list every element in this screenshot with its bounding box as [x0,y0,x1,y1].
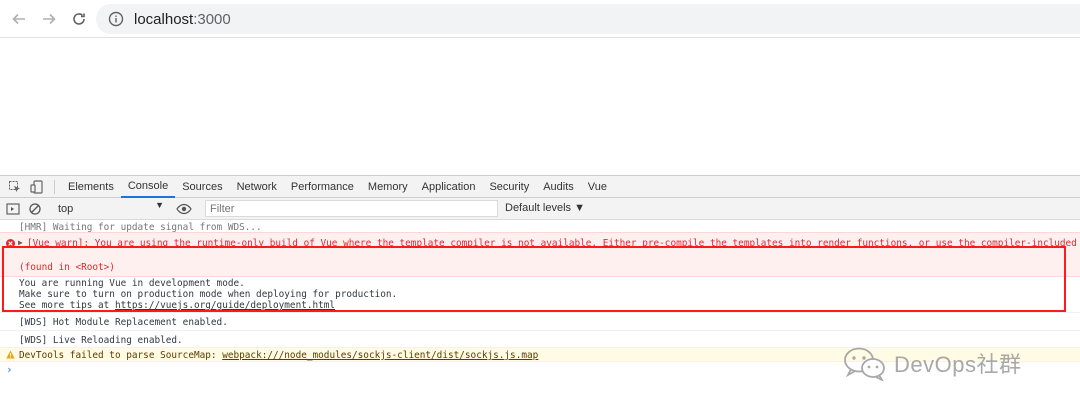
tab-network[interactable]: Network [230,176,284,198]
inspect-element-button[interactable] [4,176,26,198]
browser-toolbar: localhost:3000 [0,0,1080,38]
console-toolbar: top ▼ Default levels ▼ [0,198,1080,220]
sidebar-icon [6,202,20,215]
tab-vue[interactable]: Vue [581,176,614,198]
toolbar-divider [54,179,55,194]
console-prompt[interactable]: › [6,363,13,376]
back-button[interactable] [4,4,34,34]
clear-icon [29,202,41,215]
tab-application[interactable]: Application [415,176,483,198]
arrow-left-icon [12,13,25,24]
inspect-icon [9,180,20,192]
info-icon[interactable] [108,11,124,27]
arrow-right-icon [43,13,56,24]
wechat-icon [844,347,885,381]
filter-input[interactable] [205,200,498,217]
eye-icon[interactable] [176,201,192,217]
console-line-wds-hot: [WDS] Hot Module Replacement enabled. [19,317,228,328]
context-selector[interactable]: top ▼ [54,200,168,217]
watermark: DevOps社群 [842,345,1021,381]
log-levels-dropdown[interactable]: Default levels ▼ [505,202,585,214]
message-divider [0,330,1080,331]
tab-performance[interactable]: Performance [284,176,361,198]
tab-memory[interactable]: Memory [361,176,415,198]
page-content [0,38,1080,175]
clear-console-button[interactable] [24,198,46,220]
watermark-text: DevOps社群 [894,352,1022,377]
sourcemap-link[interactable]: webpack:///node_modules/sockjs-client/di… [222,350,538,361]
log-levels-label: Default levels [505,202,572,214]
context-value: top [58,202,74,215]
forward-button[interactable] [34,4,64,34]
url-host: localhost [134,10,194,28]
address-bar[interactable]: localhost:3000 [96,4,1080,34]
tab-audits[interactable]: Audits [536,176,581,198]
dropdown-arrow-icon: ▼ [155,200,164,210]
reload-icon [73,12,85,25]
sourcemap-warning: DevTools failed to parse SourceMap: webp… [19,350,538,361]
message-divider [0,312,1080,313]
tab-sources[interactable]: Sources [175,176,229,198]
devtools-tabbar: Elements Console Sources Network Perform… [0,176,1080,198]
console-line-wds-live: [WDS] Live Reloading enabled. [19,335,183,346]
tab-elements[interactable]: Elements [61,176,121,198]
tab-console[interactable]: Console [120,176,176,198]
device-icon [30,179,43,194]
device-toolbar-button[interactable] [26,176,48,198]
show-sidebar-button[interactable] [2,198,24,220]
warning-icon [6,350,15,359]
highlight-box [2,246,1066,312]
url-port: :3000 [193,10,231,28]
warning-prefix: DevTools failed to parse SourceMap: [19,350,223,361]
dropdown-arrow-icon: ▼ [574,202,585,214]
reload-button[interactable] [64,4,94,34]
tab-security[interactable]: Security [482,176,536,198]
